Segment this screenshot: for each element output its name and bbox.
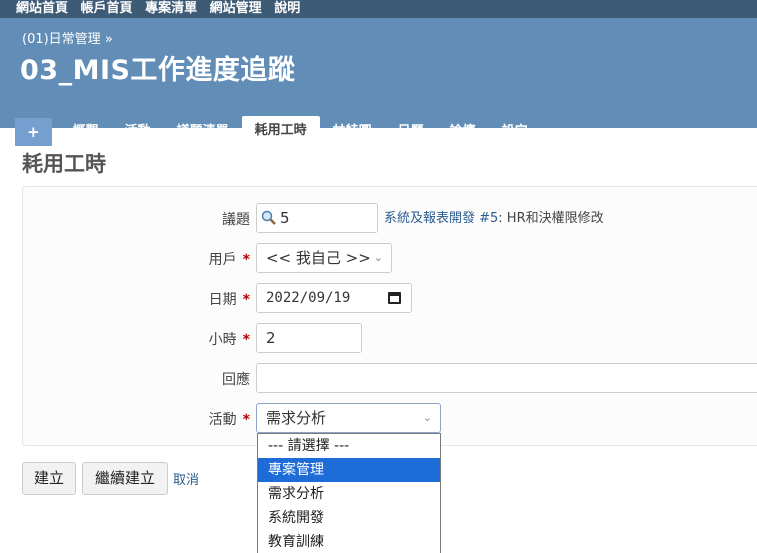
- issue-link-text[interactable]: 系統及報表開發 #5: [384, 211, 498, 226]
- continue-create-button[interactable]: 繼續建立: [82, 462, 168, 495]
- issue-field[interactable]: 5: [256, 203, 378, 233]
- top-menu: 網站首頁 帳戶首頁 專案清單 網站管理 說明: [0, 0, 757, 18]
- issue-id-value: 5: [280, 209, 290, 227]
- issue-link: 系統及報表開發 #5: HR和決權限修改: [384, 207, 604, 226]
- issue-label-text: 議題: [222, 212, 250, 228]
- page-title: 耗用工時: [22, 152, 106, 176]
- project-header: (01)日常管理 » 03_MIS工作進度追蹤 + 概觀 活動 議題清單 耗用工…: [0, 18, 757, 146]
- comment-input[interactable]: [256, 363, 757, 393]
- user-label: 用戶 *: [90, 249, 250, 269]
- project-title: 03_MIS工作進度追蹤: [20, 55, 296, 86]
- required-mark: *: [242, 412, 250, 428]
- search-icon: [261, 210, 276, 225]
- hours-label: 小時 *: [90, 329, 250, 349]
- comment-label: 回應: [90, 369, 250, 389]
- calendar-icon[interactable]: [388, 292, 401, 304]
- tab-settings[interactable]: 設定: [489, 118, 541, 146]
- hours-label-text: 小時: [208, 332, 237, 348]
- required-mark: *: [242, 332, 250, 348]
- main-tabs: + 概觀 活動 議題清單 耗用工時 甘特圖 日曆 論壇 設定: [0, 116, 541, 146]
- tab-issues[interactable]: 議題清單: [164, 118, 242, 146]
- hours-value: 2: [266, 329, 276, 347]
- breadcrumb[interactable]: (01)日常管理 »: [22, 28, 113, 47]
- top-menu-help[interactable]: 說明: [274, 1, 300, 16]
- issue-subject: : HR和決權限修改: [498, 211, 604, 226]
- date-input[interactable]: 2022/09/19: [256, 283, 412, 313]
- create-button[interactable]: 建立: [22, 462, 76, 495]
- tab-calendar[interactable]: 日曆: [385, 118, 437, 146]
- tab-gantt[interactable]: 甘特圖: [320, 118, 385, 146]
- chevron-down-icon: ⌄: [373, 251, 383, 264]
- date-value: 2022/09/19: [266, 290, 351, 306]
- issue-label: 議題: [90, 209, 250, 229]
- top-menu-home[interactable]: 網站首頁: [16, 1, 68, 16]
- top-menu-admin[interactable]: 網站管理: [210, 1, 262, 16]
- chevron-down-icon: ⌄: [422, 411, 432, 424]
- activity-option[interactable]: 需求分析: [258, 482, 440, 506]
- required-mark: *: [242, 292, 250, 308]
- user-label-text: 用戶: [208, 252, 237, 268]
- activity-dropdown: --- 請選擇 --- 專案管理 需求分析 系統開發 教育訓練: [257, 433, 441, 553]
- user-select-value: << 我自己 >>: [266, 249, 371, 267]
- date-label-text: 日期: [208, 292, 237, 308]
- tab-time-entries[interactable]: 耗用工時: [241, 116, 320, 146]
- comment-label-text: 回應: [222, 372, 250, 388]
- activity-option[interactable]: --- 請選擇 ---: [258, 434, 440, 458]
- activity-option-highlighted[interactable]: 專案管理: [258, 458, 440, 482]
- activity-select-value: 需求分析: [266, 409, 327, 427]
- tab-forums[interactable]: 論壇: [437, 118, 489, 146]
- user-select[interactable]: << 我自己 >> ⌄: [256, 243, 392, 273]
- cancel-link[interactable]: 取消: [173, 469, 199, 488]
- tab-new[interactable]: +: [15, 118, 52, 146]
- activity-option[interactable]: 教育訓練: [258, 530, 440, 553]
- tab-overview[interactable]: 概觀: [60, 118, 112, 146]
- top-menu-my-page[interactable]: 帳戶首頁: [81, 1, 133, 16]
- tab-activity[interactable]: 活動: [112, 118, 164, 146]
- activity-label-text: 活動: [208, 412, 237, 428]
- hours-input[interactable]: 2: [256, 323, 362, 353]
- activity-select[interactable]: 需求分析 ⌄: [256, 403, 441, 433]
- required-mark: *: [242, 252, 250, 268]
- top-menu-projects[interactable]: 專案清單: [145, 1, 197, 16]
- activity-label: 活動 *: [90, 409, 250, 429]
- date-label: 日期 *: [90, 289, 250, 309]
- activity-option[interactable]: 系統開發: [258, 506, 440, 530]
